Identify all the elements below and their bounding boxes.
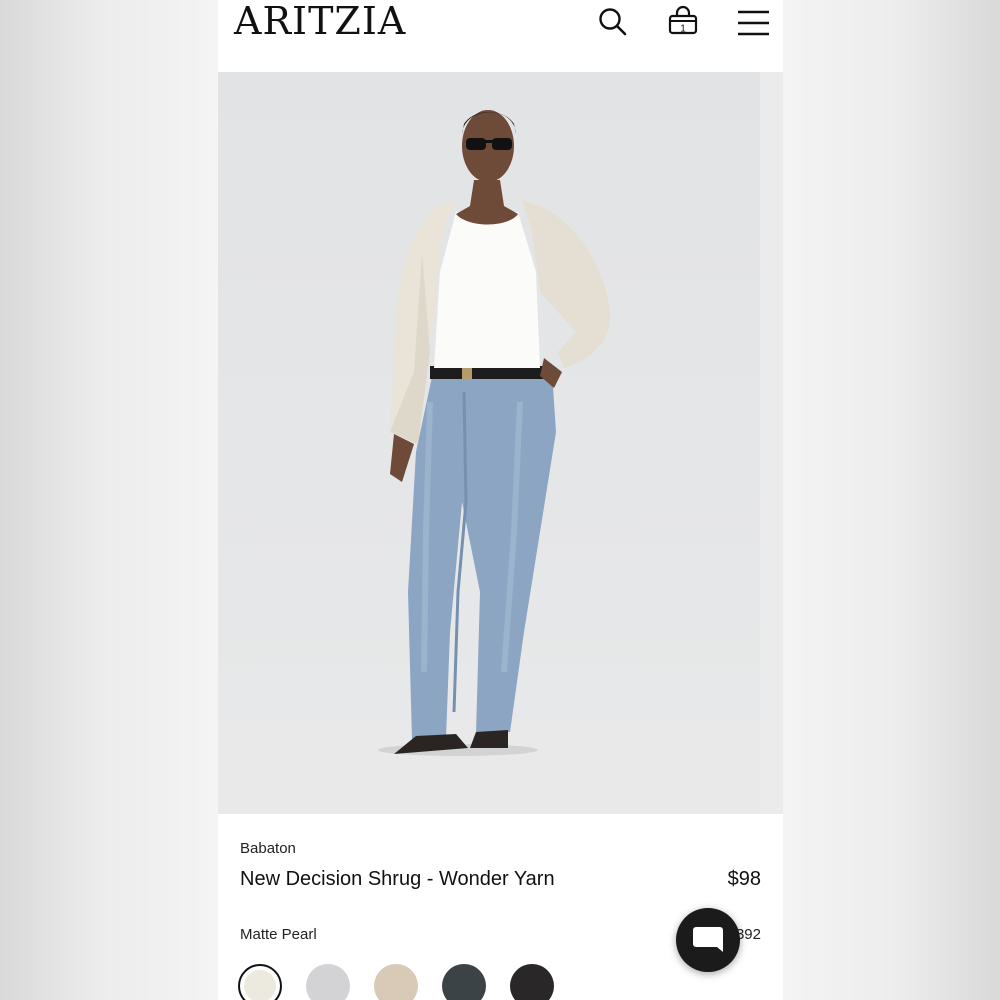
shopping-bag-icon[interactable]: 1: [666, 4, 700, 38]
site-header: ARITZIA 1: [218, 0, 783, 72]
swatch-matte-pearl[interactable]: [238, 964, 282, 1000]
swatch-fill: [510, 964, 554, 1000]
swatch-fill: [442, 964, 486, 1000]
phone-screen: ARITZIA 1 Babaton New Decision Shrug - W…: [218, 0, 783, 1000]
swatch-charcoal[interactable]: [442, 964, 486, 1000]
chat-icon: [693, 927, 723, 952]
swatch-light-grey[interactable]: [306, 964, 350, 1000]
cart-count: 1: [680, 24, 686, 35]
swatch-fill: [374, 964, 418, 1000]
search-icon[interactable]: [596, 4, 630, 38]
product-price: $98: [727, 868, 761, 890]
menu-icon[interactable]: [736, 4, 770, 38]
swatch-oatmeal[interactable]: [374, 964, 418, 1000]
product-name: New Decision Shrug - Wonder Yarn: [240, 868, 555, 890]
chat-button[interactable]: [676, 908, 740, 972]
swatch-fill: [244, 970, 276, 1000]
swatch-black[interactable]: [510, 964, 554, 1000]
product-image[interactable]: [218, 72, 783, 814]
product-brand[interactable]: Babaton: [240, 840, 296, 857]
swatch-fill: [306, 964, 350, 1000]
model-figure: [378, 110, 611, 756]
selected-color-name: Matte Pearl: [240, 926, 317, 943]
color-swatches: [238, 964, 578, 1000]
aritzia-logo[interactable]: ARITZIA: [234, 0, 406, 42]
product-info: Babaton New Decision Shrug - Wonder Yarn…: [218, 814, 783, 1000]
background-right: [783, 0, 1000, 1000]
next-image-peek[interactable]: [760, 72, 783, 814]
background-left: [0, 0, 218, 1000]
